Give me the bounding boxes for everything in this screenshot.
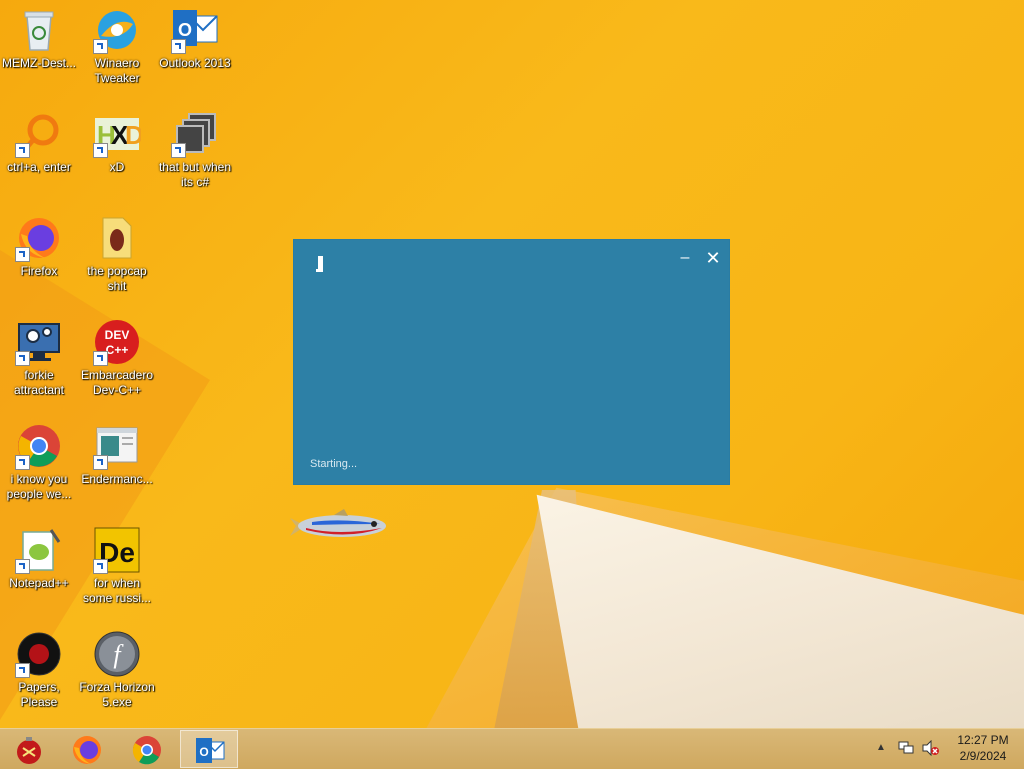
shortcut-arrow-icon: [15, 247, 30, 262]
svg-text:D: D: [125, 120, 141, 150]
taskbar-firefox-button[interactable]: [58, 730, 116, 768]
desktop-icon-enderman[interactable]: Endermanc...: [78, 422, 156, 487]
desktop-icon-forkie[interactable]: forkie attractant: [0, 318, 78, 398]
desktop-icon-label: Endermanc...: [81, 472, 153, 486]
outlook-icon: O: [171, 6, 219, 54]
folder-icon: [93, 214, 141, 262]
chrome-icon: [131, 734, 163, 766]
clock-time: 12:27 PM: [957, 733, 1009, 747]
desktop-icon-label: Notepad++: [9, 576, 69, 590]
shortcut-arrow-icon: [15, 143, 30, 158]
winaero-icon: [93, 6, 141, 54]
desktop-icon-label: xD: [109, 160, 125, 174]
desktop-icon-popcap[interactable]: the popcap shit: [78, 214, 156, 294]
taskbar: O: [0, 728, 1024, 769]
taskbar-outlook-button[interactable]: O: [180, 730, 238, 768]
shortcut-arrow-icon: [15, 455, 30, 470]
svg-text:O: O: [178, 20, 192, 40]
desktop-icon-ctrl[interactable]: ctrl+a, enter: [0, 110, 78, 175]
desktop-icon-firefox[interactable]: Firefox: [0, 214, 78, 279]
status-text: Starting...: [310, 458, 358, 470]
svg-text:O: O: [199, 745, 208, 759]
shortcut-arrow-icon: [93, 455, 108, 470]
desktop-icon-label: forkie attractant: [13, 368, 65, 397]
desktop-icon-winaero[interactable]: Winaero Tweaker: [78, 6, 156, 86]
desktop-icon-label: Embarcadero Dev-C++: [80, 368, 154, 397]
desktop-icon-csharp[interactable]: that but when its c#: [156, 110, 234, 190]
devcpp-icon: DEV C++: [93, 318, 141, 366]
app-window[interactable]: [294, 240, 729, 484]
desktop-icon-label: for when some russi...: [82, 576, 151, 605]
desktop-icon-forza[interactable]: f Forza Horizon 5.exe: [78, 630, 156, 710]
svg-text:C++: C++: [106, 343, 129, 357]
desktop-icon-label: Firefox: [20, 264, 58, 278]
taskbar-chrome-button[interactable]: [118, 730, 176, 768]
de-icon: De: [93, 526, 141, 574]
shortcut-arrow-icon: [93, 351, 108, 366]
desktop-icon-outlook[interactable]: O Outlook 2013: [156, 6, 234, 71]
clock[interactable]: 12:27 PM 2/9/2024: [950, 732, 1016, 764]
flash-icon: f: [93, 630, 141, 678]
app-window-icon: [316, 256, 323, 272]
desktop[interactable]: MEMZ-Dest... ctrl+a, enter Firefox forki…: [0, 0, 1024, 728]
windows-stack-icon: [171, 110, 219, 158]
desktop-icon-label: Forza Horizon 5.exe: [79, 680, 155, 709]
close-button[interactable]: ✕: [702, 248, 724, 270]
window-app-icon: [93, 422, 141, 470]
desktop-icon-label: ctrl+a, enter: [7, 160, 71, 174]
fish-image: [288, 506, 392, 546]
desktop-icon-label: that but when its c#: [158, 160, 232, 189]
wallpaper-shape: [536, 494, 1024, 728]
chrome-icon: [15, 422, 63, 470]
minimize-button[interactable]: –: [674, 250, 696, 270]
shortcut-arrow-icon: [93, 39, 108, 54]
clock-date: 2/9/2024: [959, 749, 1007, 763]
desktop-icon-memz[interactable]: MEMZ-Dest...: [0, 6, 78, 71]
desktop-icon-chrome[interactable]: i know you people we...: [0, 422, 78, 502]
desktop-icon-label: Winaero Tweaker: [94, 56, 140, 85]
shortcut-arrow-icon: [15, 351, 30, 366]
desktop-icon-label: Outlook 2013: [159, 56, 231, 70]
desktop-icon-label: the popcap shit: [87, 264, 147, 293]
tray-overflow-button[interactable]: ▲: [876, 742, 886, 753]
magnifier-icon: [15, 110, 63, 158]
shortcut-arrow-icon: [93, 559, 108, 574]
desktop-icon-xd[interactable]: H X D xD: [78, 110, 156, 175]
recycle-bin-icon: [15, 6, 63, 54]
firefox-icon: [15, 214, 63, 262]
shortcut-arrow-icon: [93, 143, 108, 158]
notepadpp-icon: [15, 526, 63, 574]
shortcut-arrow-icon: [15, 663, 30, 678]
desktop-icon-label: i know you people we...: [6, 472, 72, 501]
network-icon[interactable]: [898, 740, 914, 756]
desktop-icon-notepadpp[interactable]: Notepad++: [0, 526, 78, 591]
firefox-icon: [71, 734, 103, 766]
desktop-icon-devcpp[interactable]: DEV C++ Embarcadero Dev-C++: [78, 318, 156, 398]
hxd-icon: H X D: [93, 110, 144, 158]
start-button[interactable]: [0, 730, 58, 768]
desktop-icon-russian[interactable]: De for when some russi...: [78, 526, 156, 606]
volume-muted-icon[interactable]: [922, 739, 940, 757]
svg-text:DEV: DEV: [105, 328, 130, 342]
shortcut-arrow-icon: [171, 143, 186, 158]
start-orb-icon: [13, 734, 45, 766]
desktop-icon-papers[interactable]: Papers, Please: [0, 630, 78, 710]
outlook-icon: O: [194, 735, 226, 767]
shortcut-arrow-icon: [171, 39, 186, 54]
monitor-gear-icon: [15, 318, 63, 366]
papers-please-icon: [15, 630, 63, 678]
shortcut-arrow-icon: [15, 559, 30, 574]
desktop-icon-label: Papers, Please: [18, 680, 60, 709]
desktop-icon-label: MEMZ-Dest...: [2, 56, 76, 70]
